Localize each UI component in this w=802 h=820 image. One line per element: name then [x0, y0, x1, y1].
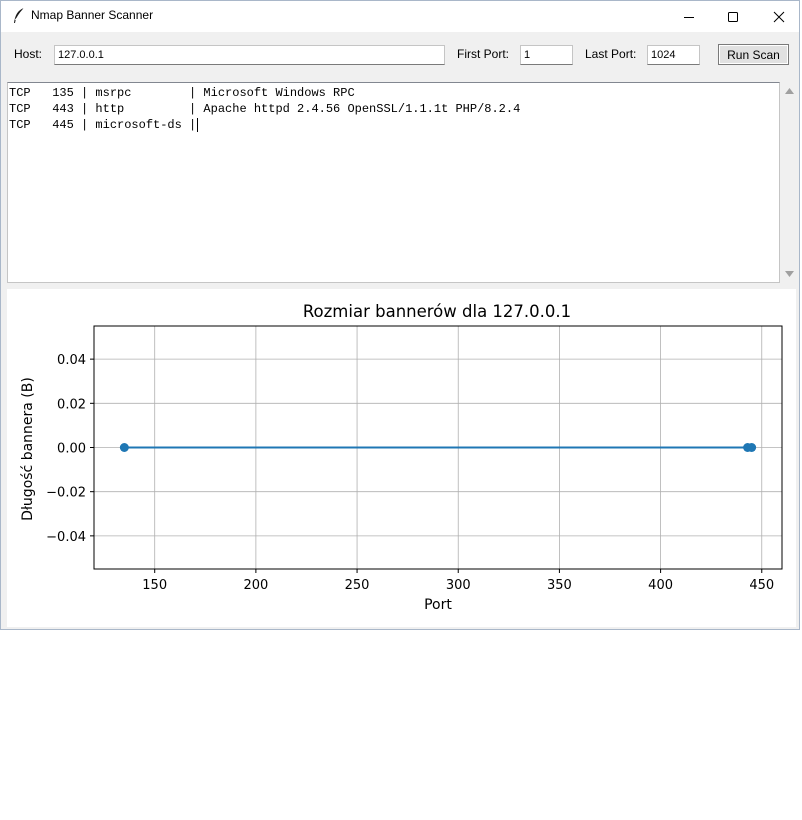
- scroll-down-icon[interactable]: [784, 269, 795, 279]
- close-icon: [773, 11, 785, 22]
- x-tick-label: 200: [243, 578, 268, 593]
- x-tick-label: 350: [547, 578, 572, 593]
- host-label: Host:: [14, 47, 43, 61]
- scan-output-text[interactable]: TCP 135 | msrpc | Microsoft Windows RPC …: [7, 82, 780, 283]
- title-bar[interactable]: Nmap Banner Scanner: [1, 1, 799, 32]
- x-tick-label: 400: [648, 578, 673, 593]
- x-tick-label: 450: [749, 578, 774, 593]
- scroll-up-icon[interactable]: [784, 86, 795, 96]
- close-button[interactable]: [756, 1, 802, 32]
- y-tick-label: −0.04: [46, 530, 86, 545]
- x-tick-label: 150: [142, 578, 167, 593]
- output-line: TCP 135 | msrpc | Microsoft Windows RPC: [9, 86, 355, 100]
- y-axis-label: Długość bannera (B): [20, 377, 36, 521]
- y-tick-label: 0.00: [57, 442, 86, 457]
- app-window: Nmap Banner Scanner Host: First Port: La…: [0, 0, 800, 630]
- y-tick-label: −0.02: [46, 486, 86, 501]
- window-title: Nmap Banner Scanner: [31, 8, 154, 22]
- maximize-button[interactable]: [710, 1, 756, 32]
- y-tick-label: 0.02: [57, 397, 86, 412]
- first-port-label: First Port:: [457, 47, 510, 61]
- last-port-input[interactable]: [647, 45, 700, 65]
- data-point: [747, 443, 757, 452]
- x-tick-label: 300: [446, 578, 471, 593]
- x-tick-label: 250: [345, 578, 370, 593]
- feather-icon: [12, 7, 26, 25]
- text-cursor: [197, 118, 199, 132]
- banner-size-chart: Rozmiar bannerów dla 127.0.0.1 Port Dług…: [7, 289, 796, 627]
- output-scrollbar[interactable]: [781, 82, 798, 283]
- last-port-label: Last Port:: [585, 47, 637, 61]
- maximize-icon: [728, 11, 738, 22]
- y-tick-label: 0.04: [57, 353, 86, 368]
- host-input[interactable]: [54, 45, 445, 65]
- chart-title: Rozmiar bannerów dla 127.0.0.1: [303, 302, 571, 321]
- output-line: TCP 443 | http | Apache httpd 2.4.56 Ope…: [9, 102, 521, 116]
- data-point: [119, 443, 129, 452]
- first-port-input[interactable]: [520, 45, 573, 65]
- x-axis-label: Port: [424, 597, 452, 613]
- minimize-icon: [684, 16, 694, 18]
- output-line: TCP 445 | microsoft-ds |: [9, 118, 197, 132]
- minimize-button[interactable]: [666, 1, 712, 32]
- run-scan-button[interactable]: Run Scan: [718, 44, 789, 65]
